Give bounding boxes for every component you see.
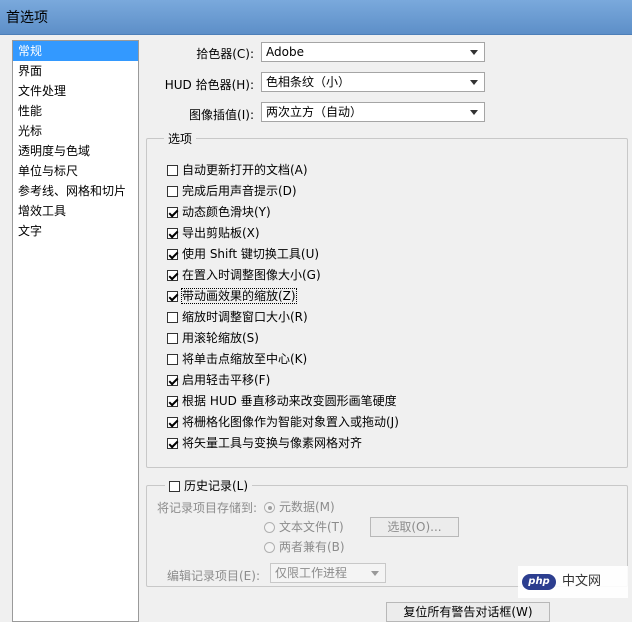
chevron-down-icon [470, 110, 478, 115]
color-picker-label: 拾色器(C): [196, 47, 254, 61]
option-beep[interactable]: 完成后用声音提示(D) [167, 182, 297, 201]
option-label: 启用轻击平移(F) [182, 373, 271, 387]
radio-button[interactable] [264, 542, 275, 553]
checkbox[interactable] [167, 270, 178, 281]
option-animated-zoom[interactable]: 带动画效果的缩放(Z) [167, 287, 297, 306]
option-export-clipboard[interactable]: 导出剪贴板(X) [167, 224, 260, 243]
sidebar-item-performance[interactable]: 性能 [13, 101, 138, 121]
checkbox[interactable] [167, 333, 178, 344]
checkbox[interactable] [167, 396, 178, 407]
radio-text-file[interactable]: 文本文件(T) [264, 518, 344, 536]
option-hud-hardness[interactable]: 根据 HUD 垂直移动来改变圆形画笔硬度 [167, 392, 397, 411]
option-label: 动态颜色滑块(Y) [182, 205, 271, 219]
title-bar: 首选项 [0, 0, 632, 35]
options-legend: 选项 [164, 130, 197, 147]
radio-both[interactable]: 两者兼有(B) [264, 538, 345, 556]
watermark: php 中文网 [518, 566, 628, 598]
sidebar-item-cursors[interactable]: 光标 [13, 121, 138, 141]
checkbox[interactable] [167, 228, 178, 239]
hud-picker-value: 色相条纹（小） [266, 75, 351, 89]
option-dynamic-sliders[interactable]: 动态颜色滑块(Y) [167, 203, 271, 222]
option-shift-tool[interactable]: 使用 Shift 键切换工具(U) [167, 245, 319, 264]
checkbox[interactable] [169, 481, 180, 492]
hud-picker-label: HUD 拾色器(H): [164, 78, 254, 92]
sidebar-item-units[interactable]: 单位与标尺 [13, 161, 138, 181]
sidebar-item-transparency[interactable]: 透明度与色域 [13, 141, 138, 161]
watermark-text: 中文网 [562, 574, 602, 589]
radio-button[interactable] [264, 522, 275, 533]
checkbox[interactable] [167, 291, 178, 302]
option-label: 导出剪贴板(X) [182, 226, 260, 240]
option-label: 将栅格化图像作为智能对象置入或拖动(J) [182, 415, 399, 429]
color-picker-select[interactable]: Adobe [261, 42, 485, 62]
radio-button[interactable] [264, 502, 275, 513]
option-auto-update[interactable]: 自动更新打开的文档(A) [167, 161, 308, 180]
sidebar-item-plugins[interactable]: 增效工具 [13, 201, 138, 221]
color-picker-value: Adobe [266, 45, 304, 59]
option-label: 带动画效果的缩放(Z) [181, 288, 297, 304]
sidebar-item-type[interactable]: 文字 [13, 221, 138, 241]
option-flick-panning[interactable]: 启用轻击平移(F) [167, 371, 270, 390]
option-snap-vector[interactable]: 将矢量工具与变换与像素网格对齐 [167, 434, 362, 453]
option-smart-object[interactable]: 将栅格化图像作为智能对象置入或拖动(J) [167, 413, 399, 432]
chevron-down-icon [371, 571, 379, 576]
interpolation-value: 两次立方（自动） [266, 105, 363, 119]
option-zoom-to-center[interactable]: 将单击点缩放至中心(K) [167, 350, 307, 369]
option-label: 根据 HUD 垂直移动来改变圆形画笔硬度 [182, 394, 397, 408]
checkbox[interactable] [167, 375, 178, 386]
option-label: 自动更新打开的文档(A) [182, 163, 308, 177]
interpolation-label: 图像插值(I): [189, 108, 254, 122]
hud-picker-select[interactable]: 色相条纹（小） [261, 72, 485, 92]
option-label: 将单击点缩放至中心(K) [182, 352, 308, 366]
radio-label: 文本文件(T) [279, 520, 344, 534]
checkbox[interactable] [167, 186, 178, 197]
history-toggle[interactable]: 历史记录(L) [165, 477, 253, 494]
sidebar-item-interface[interactable]: 界面 [13, 61, 138, 81]
option-label: 用滚轮缩放(S) [182, 331, 259, 345]
checkbox[interactable] [167, 354, 178, 365]
checkbox[interactable] [167, 207, 178, 218]
edit-log-select[interactable]: 仅限工作进程 [270, 563, 386, 583]
sidebar-item-file-handling[interactable]: 文件处理 [13, 81, 138, 101]
option-label: 缩放时调整窗口大小(R) [182, 310, 308, 324]
checkbox[interactable] [167, 417, 178, 428]
reset-warnings-button[interactable]: 复位所有警告对话框(W) [386, 602, 550, 622]
option-scroll-zoom[interactable]: 用滚轮缩放(S) [167, 329, 259, 348]
option-zoom-resize-window[interactable]: 缩放时调整窗口大小(R) [167, 308, 308, 327]
checkbox[interactable] [167, 312, 178, 323]
option-label: 使用 Shift 键切换工具(U) [182, 247, 320, 261]
option-label: 完成后用声音提示(D) [182, 184, 297, 198]
edit-log-label: 编辑记录项目(E): [167, 569, 260, 583]
interpolation-select[interactable]: 两次立方（自动） [261, 102, 485, 122]
option-label: 将矢量工具与变换与像素网格对齐 [182, 436, 363, 450]
category-list[interactable]: 常规 界面 文件处理 性能 光标 透明度与色域 单位与标尺 参考线、网格和切片 … [12, 40, 139, 622]
chevron-down-icon [470, 80, 478, 85]
radio-label: 元数据(M) [279, 500, 335, 514]
choose-button[interactable]: 选取(O)... [370, 517, 459, 537]
sidebar-item-guides[interactable]: 参考线、网格和切片 [13, 181, 138, 201]
window-title: 首选项 [6, 10, 48, 26]
history-legend: 历史记录(L) [184, 479, 249, 493]
sidebar-item-general[interactable]: 常规 [13, 41, 138, 61]
radio-label: 两者兼有(B) [279, 540, 345, 554]
checkbox[interactable] [167, 165, 178, 176]
chevron-down-icon [470, 50, 478, 55]
option-resize-on-place[interactable]: 在置入时调整图像大小(G) [167, 266, 321, 285]
php-logo: php [522, 574, 556, 590]
save-to-label: 将记录项目存储到: [157, 501, 258, 515]
checkbox[interactable] [167, 438, 178, 449]
option-label: 在置入时调整图像大小(G) [182, 268, 321, 282]
radio-metadata[interactable]: 元数据(M) [264, 498, 335, 516]
edit-log-value: 仅限工作进程 [275, 566, 348, 580]
checkbox[interactable] [167, 249, 178, 260]
